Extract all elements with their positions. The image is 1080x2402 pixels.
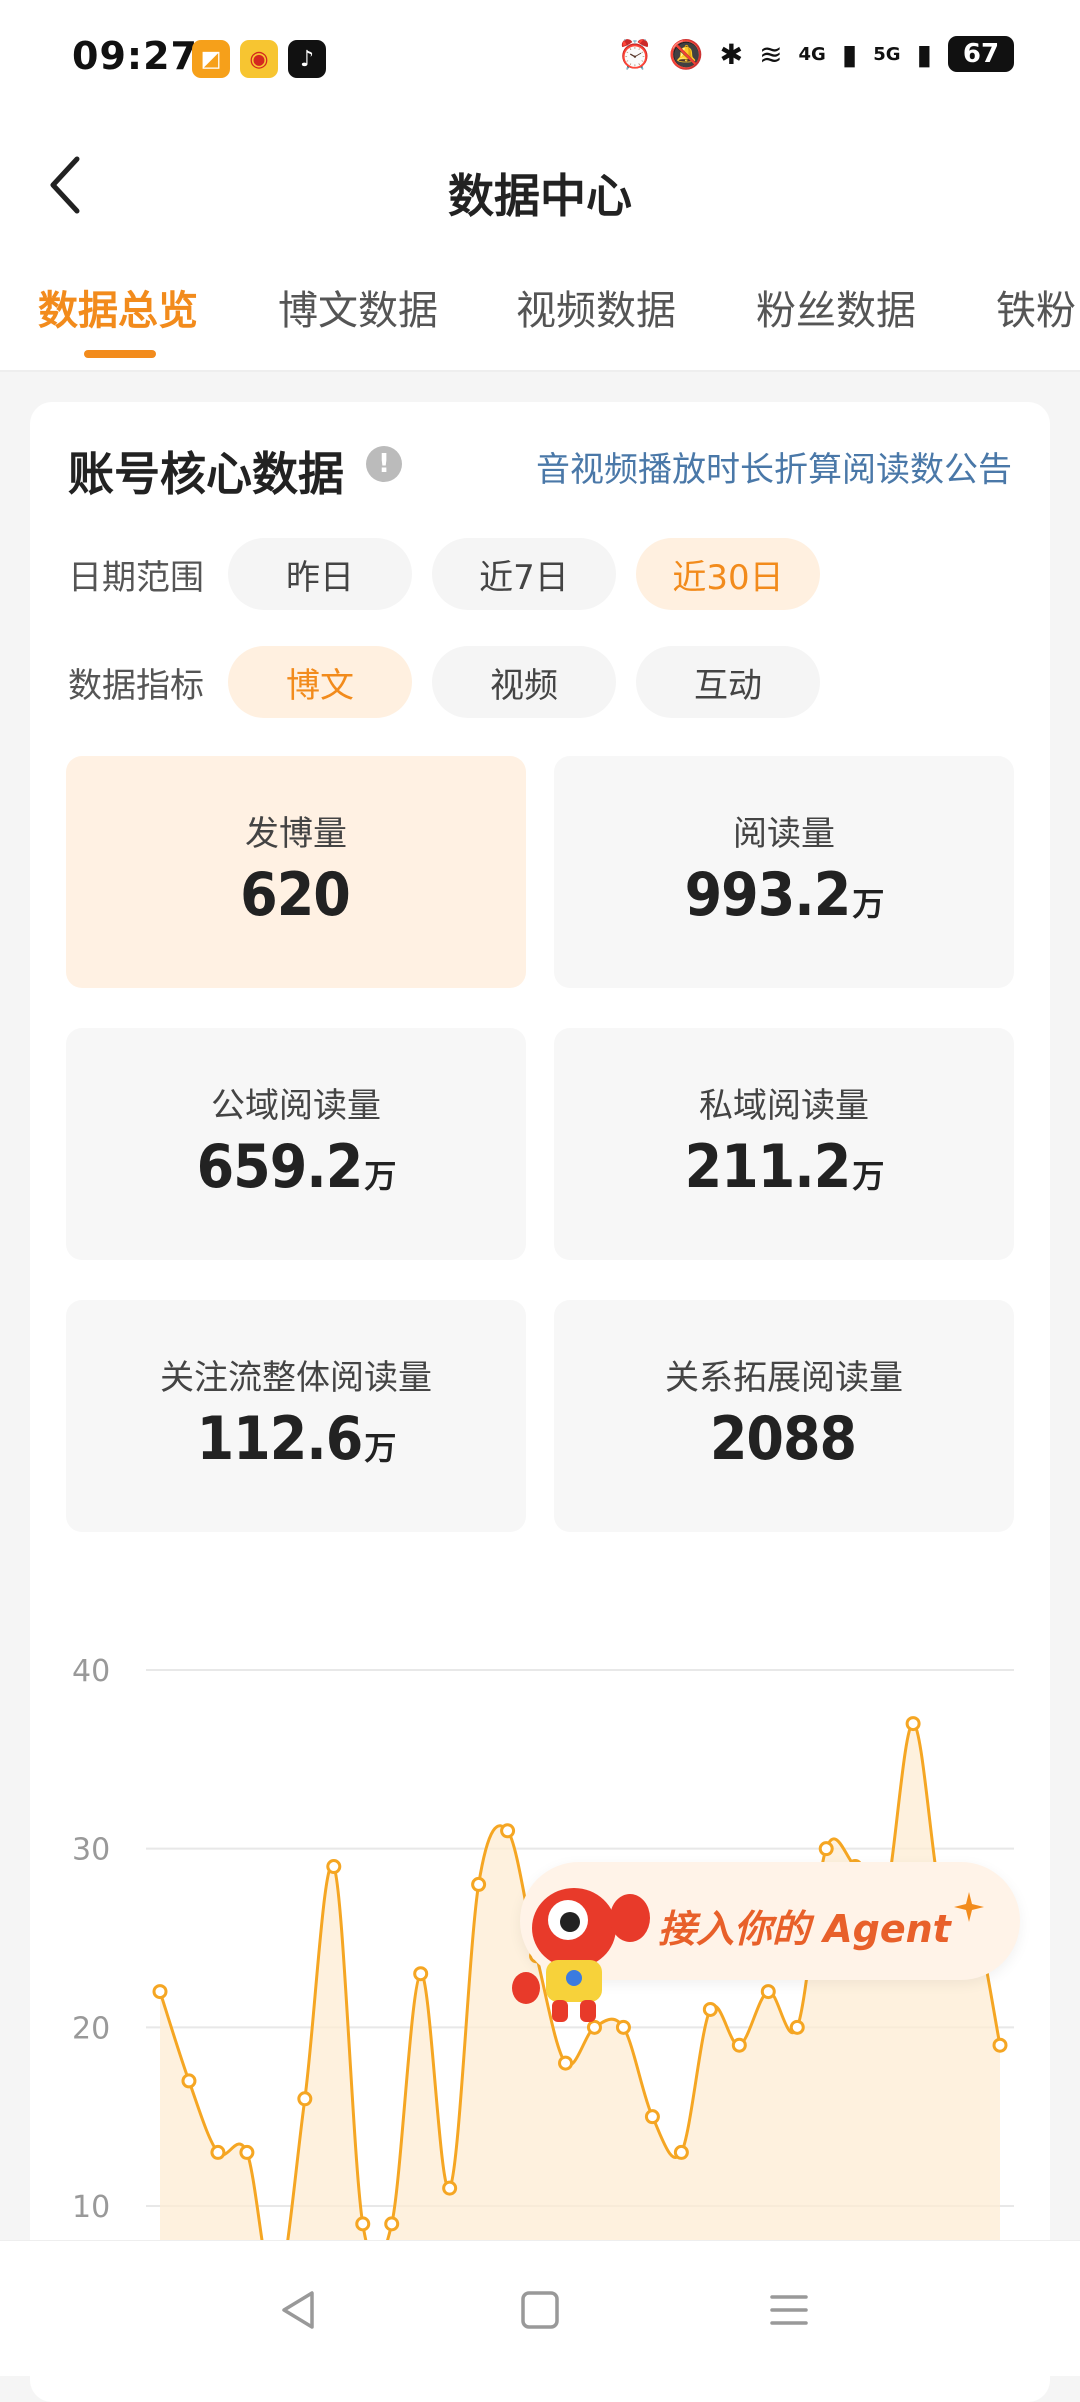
metric-unit: 万 bbox=[852, 1157, 884, 1195]
metric-relation-reads[interactable]: 关系拓展阅读量 2088 bbox=[554, 1300, 1014, 1532]
weibo-icon: ◉ bbox=[240, 40, 278, 78]
metric-option-video[interactable]: 视频 bbox=[432, 646, 616, 718]
metric-number: 993.2 bbox=[684, 860, 852, 930]
metric-label: 关注流整体阅读量 bbox=[160, 1358, 432, 1398]
data-point[interactable] bbox=[442, 2180, 458, 2196]
data-point[interactable] bbox=[413, 1966, 429, 1982]
status-bar: 09:27 ◩ ◉ ♪ ⏰ 🔕 ✱ ≋ 4G ▮ 5G ▮ 67 bbox=[0, 0, 1080, 118]
metric-option-post[interactable]: 博文 bbox=[228, 646, 412, 718]
tab-overview[interactable]: 数据总览 bbox=[38, 278, 198, 336]
date-option-7days[interactable]: 近7日 bbox=[432, 538, 616, 610]
metric-label: 发博量 bbox=[245, 814, 347, 854]
metric-label: 私域阅读量 bbox=[699, 1086, 869, 1126]
data-point[interactable] bbox=[384, 2216, 400, 2232]
y-tick-label: 40 bbox=[72, 1654, 110, 1689]
signal-4g-icon: 4G bbox=[798, 43, 826, 65]
metric-unit: 万 bbox=[852, 885, 884, 923]
metric-value: 659.2万 bbox=[66, 1132, 526, 1202]
metric-value: 211.2万 bbox=[554, 1132, 1014, 1202]
data-point[interactable] bbox=[992, 2037, 1008, 2053]
metric-value: 112.6万 bbox=[66, 1404, 526, 1474]
sparkle-icon bbox=[954, 1892, 984, 1922]
date-option-yesterday[interactable]: 昨日 bbox=[228, 538, 412, 610]
metric-unit: 万 bbox=[364, 1429, 396, 1467]
data-point[interactable] bbox=[818, 1841, 834, 1857]
data-point[interactable] bbox=[644, 2109, 660, 2125]
nav-home-icon[interactable] bbox=[515, 2285, 565, 2335]
data-point[interactable] bbox=[789, 2019, 805, 2035]
mute-icon: 🔕 bbox=[668, 37, 704, 71]
tiktok-icon: ♪ bbox=[288, 40, 326, 78]
data-point[interactable] bbox=[326, 1859, 342, 1875]
tab-fans-data[interactable]: 粉丝数据 bbox=[756, 278, 916, 336]
metric-number: 2088 bbox=[709, 1404, 857, 1474]
metric-number: 112.6 bbox=[196, 1404, 364, 1474]
date-range-label: 日期范围 bbox=[68, 557, 204, 598]
metric-label: 阅读量 bbox=[733, 814, 835, 854]
metric-unit: 万 bbox=[364, 1157, 396, 1195]
metric-type-row: 数据指标 博文 视频 互动 bbox=[68, 646, 840, 718]
metric-number: 659.2 bbox=[196, 1132, 364, 1202]
app-header: 数据中心 bbox=[0, 118, 1080, 256]
data-point[interactable] bbox=[152, 1984, 168, 2000]
card-title: 账号核心数据 bbox=[68, 447, 344, 501]
alarm-icon: ⏰ bbox=[617, 37, 653, 71]
nav-menu-icon[interactable] bbox=[764, 2285, 814, 2335]
battery-icon: 67 bbox=[948, 36, 1014, 72]
data-point[interactable] bbox=[702, 2001, 718, 2017]
signal-bars-icon: ▮ bbox=[841, 37, 858, 71]
status-time: 09:27 bbox=[72, 34, 198, 78]
data-point[interactable] bbox=[558, 2055, 574, 2071]
metric-post-count[interactable]: 发博量 620 bbox=[66, 756, 526, 988]
tab-bar: 数据总览 博文数据 视频数据 粉丝数据 铁粉 bbox=[0, 256, 1080, 372]
system-status-icons: ⏰ 🔕 ✱ ≋ 4G ▮ 5G ▮ 67 bbox=[618, 36, 1014, 72]
data-point[interactable] bbox=[673, 2144, 689, 2160]
notification-icons: ◩ ◉ ♪ bbox=[192, 40, 326, 78]
date-option-30days[interactable]: 近30日 bbox=[636, 538, 820, 610]
app-notification-icon: ◩ bbox=[192, 40, 230, 78]
data-point[interactable] bbox=[297, 2091, 313, 2107]
mascot-icon bbox=[512, 1888, 650, 2022]
y-tick-label: 10 bbox=[72, 2190, 110, 2225]
metric-reads[interactable]: 阅读量 993.2万 bbox=[554, 756, 1014, 988]
agent-banner-text: 接入你的 Agent bbox=[658, 1907, 951, 1951]
nav-back-icon[interactable] bbox=[274, 2285, 324, 2335]
y-tick-label: 30 bbox=[72, 1833, 110, 1868]
signal-bars-icon: ▮ bbox=[916, 37, 932, 71]
metric-number: 211.2 bbox=[684, 1132, 852, 1202]
system-nav-bar bbox=[0, 2240, 1080, 2376]
metric-value: 2088 bbox=[554, 1404, 1014, 1474]
data-point[interactable] bbox=[355, 2216, 371, 2232]
signal-5g-icon: 5G bbox=[873, 43, 901, 65]
data-point[interactable] bbox=[731, 2037, 747, 2053]
metric-type-label: 数据指标 bbox=[68, 665, 204, 706]
metric-label: 关系拓展阅读量 bbox=[665, 1358, 903, 1398]
info-icon[interactable]: ! bbox=[366, 446, 402, 482]
metric-private-reads[interactable]: 私域阅读量 211.2万 bbox=[554, 1028, 1014, 1260]
metric-option-interaction[interactable]: 互动 bbox=[636, 646, 820, 718]
data-point[interactable] bbox=[210, 2144, 226, 2160]
metric-number: 620 bbox=[240, 860, 351, 930]
page-title: 数据中心 bbox=[448, 169, 632, 223]
data-point[interactable] bbox=[500, 1823, 516, 1839]
data-point[interactable] bbox=[905, 1716, 921, 1732]
metric-follow-feed-reads[interactable]: 关注流整体阅读量 112.6万 bbox=[66, 1300, 526, 1532]
metric-value: 620 bbox=[66, 860, 526, 930]
tab-post-data[interactable]: 博文数据 bbox=[278, 278, 438, 336]
metric-label: 公域阅读量 bbox=[211, 1086, 381, 1126]
notice-link[interactable]: 音视频播放时长折算阅读数公告 bbox=[536, 442, 1012, 491]
date-range-row: 日期范围 昨日 近7日 近30日 bbox=[68, 538, 840, 610]
wifi-icon: ≋ bbox=[759, 37, 783, 71]
data-point[interactable] bbox=[239, 2144, 255, 2160]
tab-iron-fans[interactable]: 铁粉 bbox=[996, 278, 1076, 336]
data-point[interactable] bbox=[181, 2073, 197, 2089]
data-point[interactable] bbox=[471, 1876, 487, 1892]
bluetooth-icon: ✱ bbox=[719, 37, 744, 71]
y-tick-label: 20 bbox=[72, 2011, 110, 2046]
tab-active-indicator bbox=[84, 350, 156, 358]
tab-video-data[interactable]: 视频数据 bbox=[516, 278, 676, 336]
metric-value: 993.2万 bbox=[554, 860, 1014, 930]
data-point[interactable] bbox=[760, 1984, 776, 2000]
metric-public-reads[interactable]: 公域阅读量 659.2万 bbox=[66, 1028, 526, 1260]
